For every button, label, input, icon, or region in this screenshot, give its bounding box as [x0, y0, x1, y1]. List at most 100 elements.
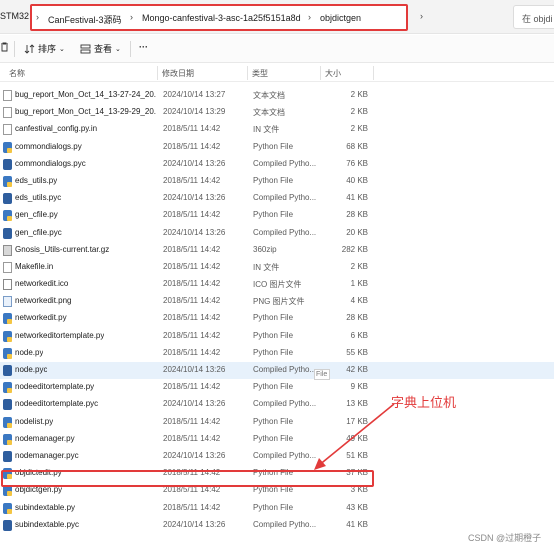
file-py-icon [3, 382, 12, 394]
file-row[interactable]: networkedit.ico 2018/5/11 14:42 ICO 图片文件 1 … [0, 276, 554, 293]
file-name: Makefile.in [15, 261, 54, 271]
column-divider[interactable] [157, 66, 158, 80]
file-row[interactable]: nodelist.py 2018/5/11 14:42 Python File 17 … [0, 414, 554, 431]
file-date: 2024/10/14 13:27 [163, 90, 226, 99]
file-name: bug_report_Mon_Oct_14_13-27-24_20... [15, 90, 156, 99]
file-png-icon [3, 296, 12, 308]
file-doc-icon [3, 107, 12, 119]
file-date: 2024/10/14 13:26 [163, 193, 226, 203]
annotation-arrow-icon [314, 403, 395, 470]
file-pyc-icon [3, 399, 12, 411]
file-date: 2024/10/14 13:26 [163, 450, 226, 460]
file-row[interactable]: networkedit.py 2018/5/11 14:42 Python File… [0, 310, 554, 327]
column-divider[interactable] [247, 66, 248, 80]
file-ico-icon [3, 279, 12, 291]
file-date: 2018/5/11 14:42 [163, 347, 221, 357]
file-type: Compiled Pytho... [253, 399, 317, 409]
file-row[interactable]: bug_report_Mon_Oct_14_13-29-29_20... 2024… [0, 104, 554, 121]
breadcrumb[interactable]: › CanFestival-3源码 › Mongo-canfestival-3-… [30, 4, 408, 31]
file-pyc-icon [3, 519, 12, 531]
file-row[interactable]: bug_report_Mon_Oct_14_13-27-24_20... 2024… [0, 87, 554, 104]
column-date[interactable]: 修改日期 [162, 68, 194, 79]
column-header: 名称 修改日期 类型 大小 [0, 64, 554, 82]
file-name: networkedit.ico [15, 279, 69, 289]
file-row[interactable]: subindextable.py 2018/5/11 14:42 Python Fi… [0, 500, 554, 517]
address-prefix[interactable]: STM32 [0, 11, 29, 21]
chevron-right-icon: › [308, 12, 311, 22]
file-size: 41 KB [346, 519, 368, 529]
file-type: Python File [253, 330, 294, 340]
breadcrumb-item[interactable]: CanFestival-3源码 [48, 13, 122, 26]
chevron-right-icon: › [36, 12, 39, 22]
file-row[interactable]: eds_utils.pyc 2024/10/14 13:26 Compiled Py… [0, 190, 554, 207]
file-size: 2 KB [350, 261, 368, 271]
file-row[interactable]: nodeeditortemplate.py 2018/5/11 14:42 Pyth… [0, 379, 554, 396]
file-pyc-icon [3, 227, 12, 239]
file-row[interactable]: node.pyc 2024/10/14 13:26 Compiled Pytho..… [0, 362, 554, 380]
file-date: 2024/10/14 13:26 [163, 399, 226, 409]
file-name: eds_utils.py [15, 175, 58, 185]
file-row[interactable]: commondialogs.pyc 2024/10/14 13:26 Compile… [0, 156, 554, 173]
column-name[interactable]: 名称 [9, 68, 25, 79]
file-row[interactable]: nodeeditortemplate.pyc 2024/10/14 13:26 Co… [0, 396, 554, 413]
column-divider[interactable] [320, 66, 321, 80]
chevron-down-icon: ⌄ [115, 45, 121, 53]
file-row[interactable]: gen_cfile.pyc 2024/10/14 13:26 Compiled Py… [0, 225, 554, 242]
file-row[interactable]: Gnosis_Utils-current.tar.gz 2018/5/11 14:… [0, 242, 554, 259]
file-date: 2018/5/11 14:42 [163, 244, 221, 254]
file-type: 文本文档 [253, 91, 285, 100]
file-py-icon [3, 175, 12, 187]
file-type: PNG 图片文件 [253, 297, 305, 307]
file-name: nodeeditortemplate.py [15, 382, 95, 392]
file-type: IN 文件 [253, 125, 280, 135]
file-size: 28 KB [346, 210, 368, 220]
file-name: nodemanager.pyc [15, 450, 79, 460]
file-size: 4 KB [350, 296, 368, 306]
file-py-icon [3, 313, 12, 325]
column-divider[interactable] [373, 66, 374, 80]
view-button[interactable]: 查看 ⌄ [80, 42, 121, 55]
file-row[interactable]: nodemanager.py 2018/5/11 14:42 Python File… [0, 431, 554, 448]
sort-button[interactable]: 排序 ⌄ [24, 42, 65, 55]
file-name: networkeditortemplate.py [15, 330, 105, 340]
file-row[interactable]: Makefile.in 2018/5/11 14:42 IN 文件 2 KB [0, 259, 554, 276]
file-row[interactable]: node.py 2018/5/11 14:42 Python File 55 KB [0, 345, 554, 362]
file-type: Compiled Pytho... [253, 158, 317, 168]
file-type: Python File [253, 416, 294, 426]
search-input[interactable]: 在 objdi [513, 5, 554, 29]
file-name: Gnosis_Utils-current.tar.gz [15, 244, 110, 254]
file-row[interactable]: commondialogs.py 2018/5/11 14:42 Python Fi… [0, 139, 554, 156]
file-size: 55 KB [346, 347, 368, 357]
column-size[interactable]: 大小 [325, 68, 341, 79]
column-type[interactable]: 类型 [252, 68, 268, 79]
file-type: Python File [253, 502, 294, 512]
more-options-button[interactable]: ··· [139, 42, 148, 52]
file-date: 2018/5/11 14:42 [163, 382, 221, 392]
file-row[interactable]: canfestival_config.py.in 2018/5/11 14:42 I… [0, 121, 554, 138]
trash-icon [1, 42, 8, 52]
file-row[interactable]: gen_cfile.py 2018/5/11 14:42 Python File 28… [0, 207, 554, 224]
file-date: 2024/10/14 13:29 [163, 107, 226, 117]
file-gz-icon [3, 244, 12, 256]
file-name: networkedit.png [15, 296, 72, 306]
file-row[interactable]: networkedit.png 2018/5/11 14:42 PNG 图片文件 4 … [0, 293, 554, 310]
file-py-icon [3, 347, 12, 359]
file-doc-icon [3, 90, 12, 101]
file-row[interactable]: nodemanager.pyc 2024/10/14 13:26 Compiled … [0, 448, 554, 465]
file-name: nodeeditortemplate.pyc [15, 399, 99, 409]
address-bar: STM32 › CanFestival-3源码 › Mongo-canfesti… [0, 0, 554, 34]
breadcrumb-item[interactable]: objdictgen [320, 13, 361, 23]
file-type: IN 文件 [253, 262, 280, 272]
breadcrumb-item[interactable]: Mongo-canfestival-3-asc-1a25f5151a8d [142, 13, 301, 23]
chevron-down-icon: ⌄ [59, 45, 65, 53]
chevron-right-icon[interactable]: › [420, 11, 423, 21]
file-pyc-icon [3, 365, 12, 376]
file-type: ICO 图片文件 [253, 280, 302, 290]
file-size: 9 KB [350, 382, 368, 392]
file-row[interactable]: networkeditortemplate.py 2018/5/11 14:42 P… [0, 328, 554, 345]
file-name: bug_report_Mon_Oct_14_13-29-29_20... [15, 107, 156, 117]
delete-button[interactable] [0, 42, 9, 52]
file-doc-icon [3, 124, 12, 136]
file-row[interactable]: eds_utils.py 2018/5/11 14:42 Python File 40… [0, 173, 554, 190]
file-date: 2024/10/14 13:26 [163, 365, 226, 374]
